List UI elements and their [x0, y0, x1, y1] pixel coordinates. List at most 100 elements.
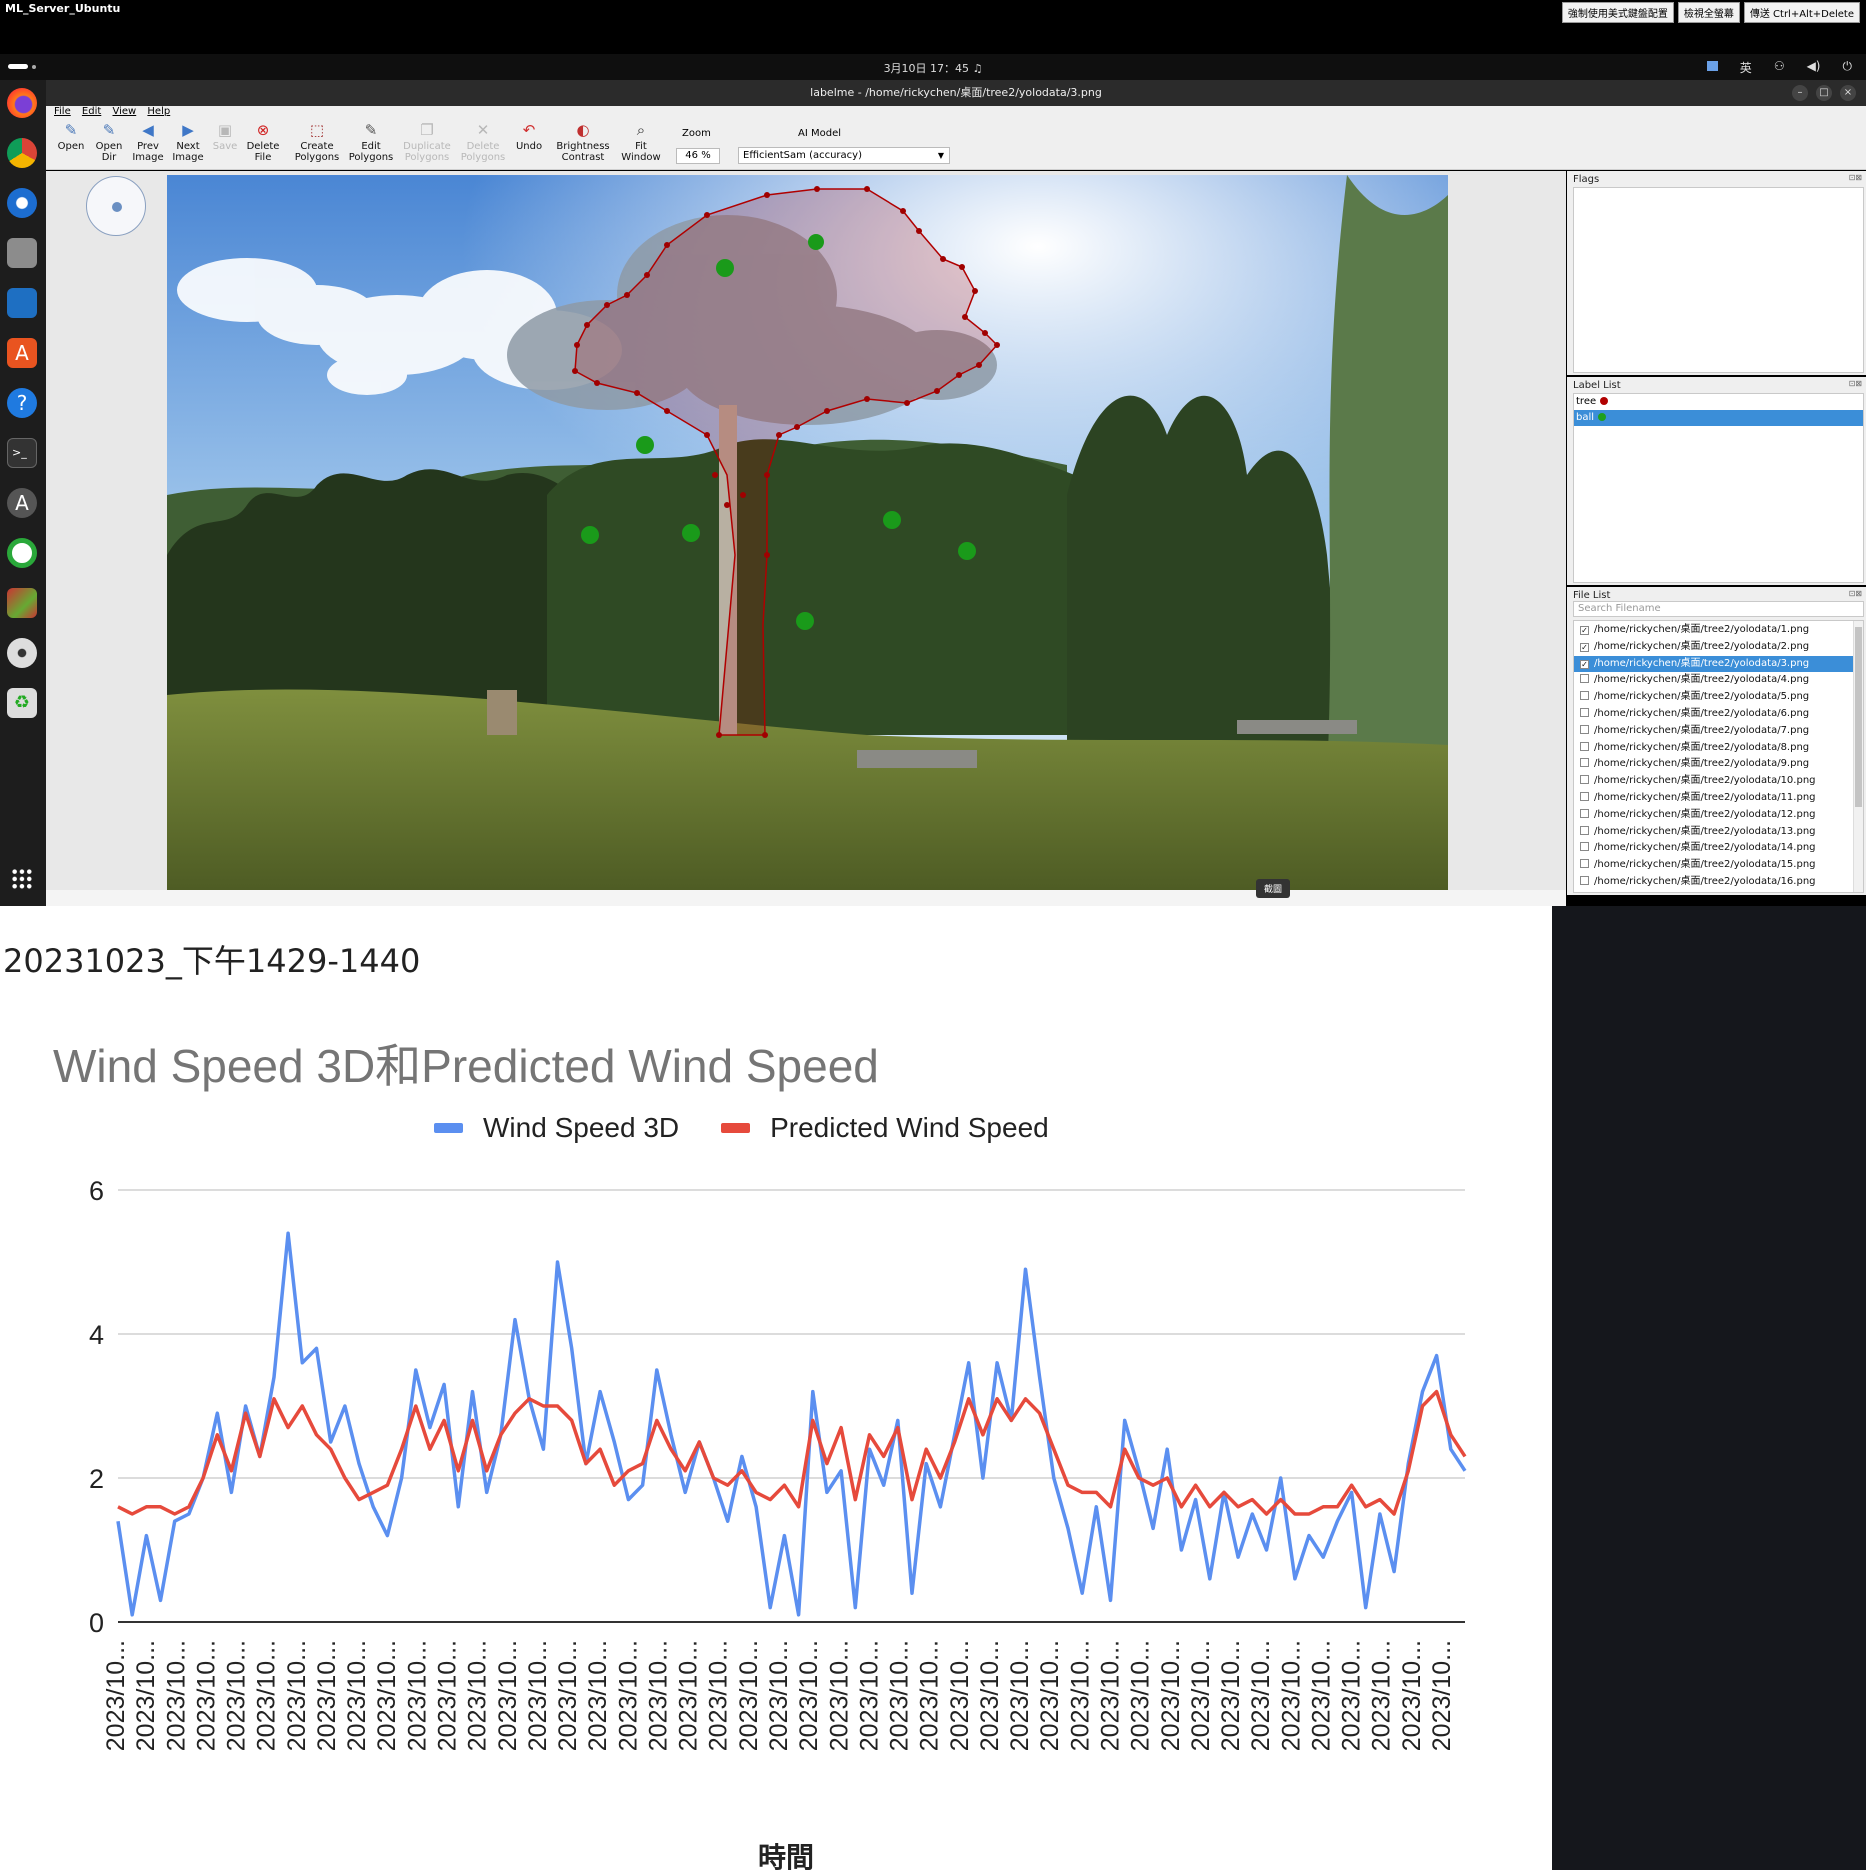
firefox-icon[interactable] [7, 88, 37, 118]
flags-box[interactable] [1573, 187, 1864, 373]
clock[interactable]: 3月10日 17：45 ♫ [0, 60, 1866, 76]
force-us-keyboard-button[interactable]: 強制使用美式鍵盤配置 [1561, 2, 1674, 23]
window-icon[interactable] [1706, 61, 1718, 71]
power-icon[interactable]: ⏻ [1843, 59, 1853, 76]
file-list-item[interactable]: ✓ /home/rickychen/桌面/tree2/yolodata/1.png [1574, 622, 1863, 639]
file-checkbox[interactable]: ✓ [1580, 659, 1589, 669]
undo-button[interactable]: ↶ Undo [514, 122, 544, 153]
edit-polygons-button[interactable]: ✎ Edit Polygons [348, 122, 394, 164]
file-checkbox[interactable] [1580, 691, 1589, 701]
file-list-item[interactable]: /home/rickychen/桌面/tree2/yolodata/5.png [1574, 689, 1863, 706]
file-checkbox[interactable] [1580, 674, 1589, 684]
file-checkbox[interactable] [1580, 758, 1589, 768]
next-image-button[interactable]: ▶ Next Image [172, 122, 204, 164]
file-list-item[interactable]: /home/rickychen/桌面/tree2/yolodata/6.png [1574, 706, 1863, 723]
file-list-item[interactable]: /home/rickychen/桌面/tree2/yolodata/14.png [1574, 840, 1863, 857]
terminal-icon[interactable]: >_ [7, 438, 37, 468]
file-checkbox[interactable] [1580, 775, 1589, 785]
maximize-icon[interactable]: □ [1816, 85, 1832, 101]
dock-close-icon[interactable]: ⊡⊠ [1849, 173, 1862, 182]
delete-polygons-button[interactable]: ✕ Delete Polygons [460, 122, 506, 164]
app-grid-icon[interactable] [11, 868, 33, 890]
file-checkbox[interactable] [1580, 825, 1589, 835]
canvas-horizontal-scrollbar[interactable] [46, 890, 1566, 906]
file-list-item[interactable]: /home/rickychen/桌面/tree2/yolodata/9.png [1574, 756, 1863, 773]
file-list-item[interactable]: /home/rickychen/桌面/tree2/yolodata/10.png [1574, 773, 1863, 790]
zoom-input[interactable]: 46 % [676, 148, 720, 164]
file-checkbox[interactable] [1580, 842, 1589, 852]
file-list-item[interactable]: ✓ /home/rickychen/桌面/tree2/yolodata/2.png [1574, 639, 1863, 656]
file-checkbox[interactable] [1580, 741, 1589, 751]
menu-help[interactable]: Help [147, 106, 170, 117]
x-tick-label: 2023/10... [283, 1640, 311, 1751]
file-list-item[interactable]: /home/rickychen/桌面/tree2/yolodata/7.png [1574, 723, 1863, 740]
brightness-contrast-button[interactable]: ◐ Brightness Contrast [554, 122, 612, 164]
send-ctrl-alt-delete-button[interactable]: 傳送 Ctrl+Alt+Delete [1743, 2, 1860, 23]
file-list-item[interactable]: /home/rickychen/桌面/tree2/yolodata/11.png [1574, 790, 1863, 807]
menu-view[interactable]: View [112, 106, 136, 117]
delete-file-button[interactable]: ⊗ Delete File [246, 122, 280, 164]
x-tick-label: 2023/10... [253, 1640, 281, 1751]
software-updater-icon[interactable]: A [7, 488, 37, 518]
file-checkbox[interactable] [1580, 791, 1589, 801]
label-list-box[interactable]: tree ball [1573, 393, 1864, 583]
sync-app-icon[interactable] [7, 538, 37, 568]
file-checkbox[interactable] [1580, 808, 1589, 818]
prev-image-button[interactable]: ◀ Prev Image [132, 122, 164, 164]
duplicate-polygons-button[interactable]: ❐ Duplicate Polygons [402, 122, 452, 164]
center-shrubs [547, 439, 1147, 735]
labelme-icon[interactable] [7, 588, 37, 618]
disc-icon[interactable] [7, 638, 37, 668]
window-titlebar[interactable]: labelme - /home/rickychen/桌面/tree2/yolod… [46, 80, 1866, 106]
scroll-thumb[interactable] [1855, 627, 1862, 807]
chrome-icon[interactable] [7, 138, 37, 168]
save-button[interactable]: ▣ Save [212, 122, 238, 153]
open-button[interactable]: ✎ Open [56, 122, 86, 153]
file-checkbox[interactable] [1580, 859, 1589, 869]
network-icon[interactable]: ⚇ [1774, 59, 1785, 76]
file-list-box[interactable]: ✓ /home/rickychen/桌面/tree2/yolodata/1.png… [1573, 620, 1864, 893]
label-list-item[interactable]: tree [1574, 394, 1863, 410]
close-icon[interactable]: × [1840, 85, 1856, 101]
file-list-item[interactable]: /home/rickychen/桌面/tree2/yolodata/16.png [1574, 874, 1863, 891]
x-tick-label: 2023/10... [584, 1640, 612, 1751]
file-checkbox[interactable] [1580, 724, 1589, 734]
thunderbird-icon[interactable] [7, 188, 37, 218]
app-center-icon[interactable]: A [7, 338, 37, 368]
file-checkbox[interactable] [1580, 875, 1589, 885]
menu-file[interactable]: File [54, 106, 71, 117]
dock-close-icon[interactable]: ⊡⊠ [1849, 589, 1862, 598]
toolbar: ✎ Open ✎ Open Dir ◀ Prev Image ▶ Next Image ▣ Sa… [46, 120, 1866, 170]
ai-model-select[interactable]: EfficientSam (accuracy) ▼ [738, 147, 950, 164]
file-list-item[interactable]: /home/rickychen/桌面/tree2/yolodata/4.png [1574, 672, 1863, 689]
menubar: File Edit View Help [46, 106, 1866, 120]
file-list-item[interactable]: /home/rickychen/桌面/tree2/yolodata/15.png [1574, 857, 1863, 874]
volume-icon[interactable]: ◀) [1807, 59, 1821, 76]
file-list-item[interactable]: ✓ /home/rickychen/桌面/tree2/yolodata/3.png [1574, 655, 1863, 673]
file-list-item[interactable]: /home/rickychen/桌面/tree2/yolodata/13.png [1574, 824, 1863, 841]
file-checkbox[interactable] [1580, 707, 1589, 717]
file-list-item[interactable]: /home/rickychen/桌面/tree2/yolodata/12.png [1574, 807, 1863, 824]
label-name: tree [1576, 396, 1597, 407]
create-polygons-button[interactable]: ⬚ Create Polygons [294, 122, 340, 164]
fit-window-button[interactable]: ⌕ Fit Window [620, 122, 662, 164]
writer-icon[interactable] [7, 288, 37, 318]
annotated-image[interactable] [167, 175, 1448, 890]
search-filename-input[interactable]: Search Filename [1573, 601, 1864, 617]
file-checkbox[interactable]: ✓ [1580, 642, 1589, 652]
help-icon[interactable]: ? [7, 388, 37, 418]
menu-edit[interactable]: Edit [82, 106, 101, 117]
minimize-icon[interactable]: – [1792, 85, 1808, 101]
label-list-item[interactable]: ball [1574, 410, 1863, 426]
system-tray[interactable]: 英 ⚇ ◀) ⏻ [1706, 59, 1853, 76]
dock-close-icon[interactable]: ⊡⊠ [1849, 379, 1862, 388]
open-dir-button[interactable]: ✎ Open Dir [94, 122, 124, 164]
fullscreen-button[interactable]: 檢視全螢幕 [1677, 2, 1740, 23]
files-icon[interactable] [7, 238, 37, 268]
input-method[interactable]: 英 [1740, 59, 1752, 76]
trash-icon[interactable]: ♻ [7, 688, 37, 718]
file-list-item[interactable]: /home/rickychen/桌面/tree2/yolodata/8.png [1574, 740, 1863, 757]
file-list-scrollbar[interactable] [1853, 621, 1863, 892]
navigation-widget[interactable] [86, 176, 146, 236]
file-checkbox[interactable]: ✓ [1580, 626, 1589, 635]
